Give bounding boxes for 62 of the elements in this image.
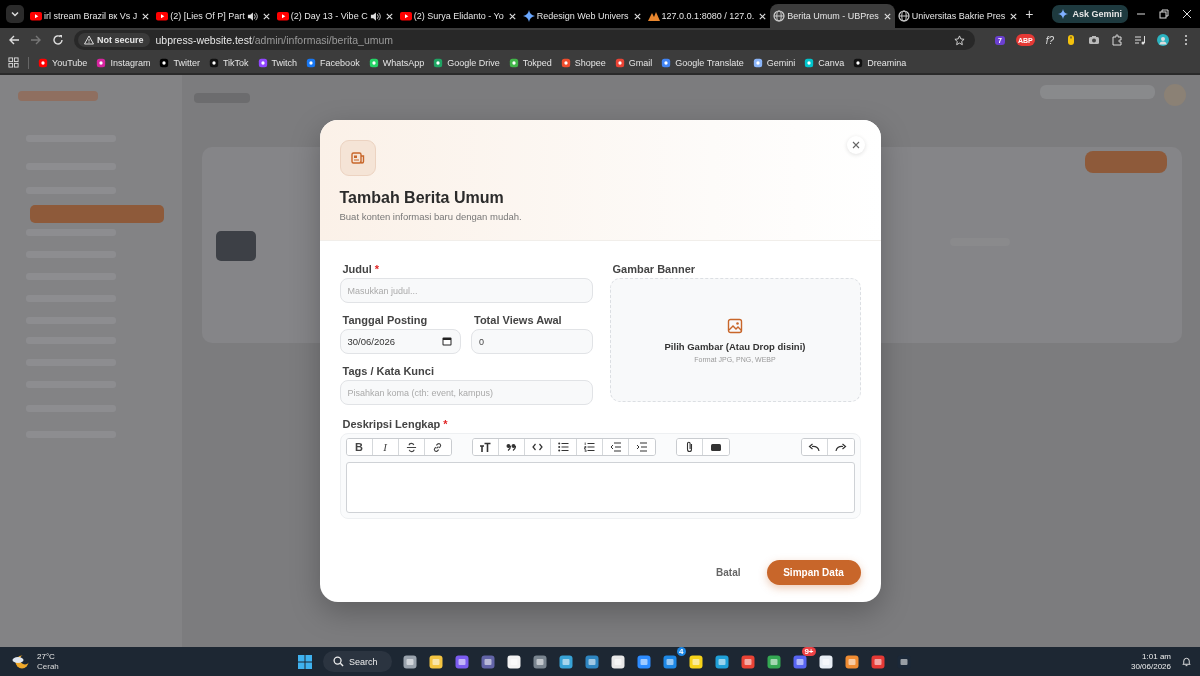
bookmark-link[interactable]: WhatsApp (368, 57, 425, 68)
field-label: Tags / Kata Kunci (342, 365, 434, 377)
browser-tab[interactable]: (2) Surya Elidanto - Yo (396, 4, 520, 28)
bookmark-link[interactable]: Instagram (96, 57, 151, 68)
required-mark: * (443, 418, 448, 430)
views-input-field[interactable]: 0 (471, 329, 593, 354)
bookmark-link[interactable]: Gemini (752, 57, 796, 68)
field-label: Tanggal Posting (342, 314, 428, 326)
taskbar-search-button[interactable]: Search (323, 651, 392, 672)
bookmark-link[interactable]: TikTok (208, 57, 249, 68)
field-label: Deskripsi Lengkap (342, 418, 441, 430)
bookmark-link[interactable]: Google Drive (433, 57, 500, 68)
fx-extension[interactable]: f? (1045, 34, 1054, 46)
tags-input-field[interactable]: Pisahkan koma (cth: event, kampus) (339, 380, 593, 405)
bookmark-link[interactable]: Shopee (560, 57, 606, 68)
required-mark: * (374, 263, 380, 275)
url-text: ubpress-website.test/admin/informasi/berita_umum (155, 34, 395, 46)
field-label: Gambar Banner (612, 263, 696, 275)
tab-title: (2) [Lies Of P] Part (170, 11, 245, 21)
tab-title: (2) Day 13 - Vibe C (290, 11, 368, 21)
browser-tab[interactable]: irl stream Brazil вк Vs J (27, 4, 154, 28)
modal-title: Tambah Berita Umum (339, 189, 505, 207)
tab-title: Redesign Web Univers (536, 11, 629, 21)
notification-badge: 9+ (802, 646, 816, 656)
browser-tab[interactable]: Berita Umum - UBPres (770, 4, 895, 28)
field-label: Total Views Awal (474, 314, 562, 326)
notification-badge: 4 (677, 646, 686, 656)
save-button[interactable]: Simpan Data (766, 560, 861, 585)
clock-time: 1:01 am (1142, 651, 1171, 662)
tab-title: Berita Umum - UBPres (787, 11, 879, 21)
bookmark-link[interactable]: Canva (804, 57, 845, 68)
title-input-field[interactable]: Masukkan judul... (339, 278, 593, 303)
bookmark-link[interactable]: YouTube (38, 57, 88, 68)
temperature-text: 27°C (37, 652, 56, 662)
tab-title: irl stream Brazil вк Vs J (44, 11, 138, 21)
bookmark-link[interactable]: Google Translate (661, 57, 744, 68)
date-input-field[interactable]: 30/06/2026 (339, 329, 461, 354)
not-secure-badge[interactable]: Not secure (78, 33, 150, 47)
bookmark-link[interactable]: Twitch (257, 57, 298, 68)
browser-tab[interactable]: 127.0.0.1:8080 / 127.0. (644, 4, 771, 28)
new-tab-button[interactable]: + (1021, 6, 1038, 22)
bookmark-link[interactable]: Gmail (614, 57, 653, 68)
browser-tab[interactable]: Redesign Web Univers (519, 4, 645, 28)
tab-title: Universitas Bakrie Pres (911, 11, 1006, 21)
browser-tab[interactable]: Universitas Bakrie Pres (894, 4, 1022, 28)
bookmark-link[interactable]: Facebook (306, 57, 360, 68)
browser-tab[interactable]: (2) [Lies Of P] Part (153, 4, 274, 28)
tab-title: (2) Surya Elidanto - Yo (413, 11, 504, 21)
weather-text: Cerah (37, 661, 59, 671)
tab-title: 127.0.0.1:8080 / 127.0. (661, 11, 755, 21)
bookmark-link[interactable]: Tokped (508, 57, 552, 68)
modal-subtitle: Buat konten informasi baru dengan mudah. (339, 211, 523, 222)
drop-prompt: Pilih Gambar (Atau Drop disini) (664, 340, 806, 352)
browser-tab[interactable]: (2) Day 13 - Vibe C (273, 4, 397, 28)
bookmark-link[interactable]: Dreamina (853, 57, 907, 68)
address-bar[interactable]: Not secure ubpress-website.test/admin/informasi/berita_umum (74, 30, 975, 50)
ask-gemini-button[interactable]: Ask Gemini (1052, 5, 1128, 23)
clock-date: 30/06/2026 (1130, 661, 1171, 672)
bold-button[interactable]: B (346, 439, 373, 455)
bookmark-link[interactable]: Twitter (159, 57, 200, 68)
field-label: Judul (342, 263, 372, 275)
cancel-button[interactable]: Batal (710, 563, 747, 582)
